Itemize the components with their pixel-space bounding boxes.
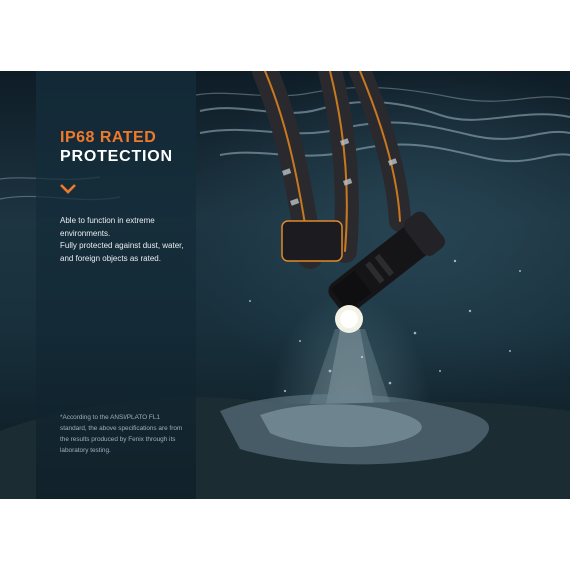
description-line: Fully protected against dust, water, and…: [60, 241, 184, 263]
testing-footnote: *According to the ANSI/PLATO FL1 standar…: [60, 414, 183, 454]
title-accent: IP68 RATED: [60, 129, 157, 146]
description-line: Able to function in extreme environments…: [60, 216, 155, 238]
chevron-down-icon: [60, 184, 76, 194]
page-title: PROTECTION: [60, 148, 173, 165]
feature-description: Able to function in extreme environments…: [60, 215, 192, 265]
